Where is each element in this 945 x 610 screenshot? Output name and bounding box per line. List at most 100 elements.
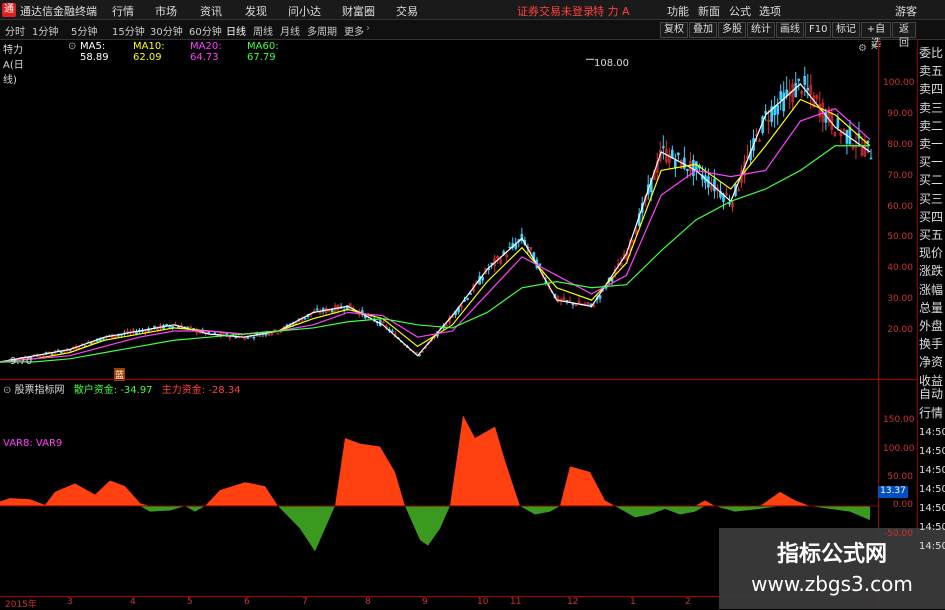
mark-button[interactable]: 标记	[832, 22, 860, 38]
ma-line-ma5	[0, 83, 871, 363]
user-label[interactable]: 游客	[895, 3, 917, 19]
quote-item-6[interactable]: 买一	[919, 153, 945, 172]
menu-zixun[interactable]: 资讯	[200, 3, 222, 19]
ma-line-ma20	[0, 108, 871, 363]
quote-item-12[interactable]: 涨跌	[919, 262, 945, 281]
quote-item-17[interactable]: 净资	[919, 353, 945, 372]
tab-30min[interactable]: 30分钟	[150, 23, 183, 38]
candle-body	[252, 336, 256, 339]
candle-body	[686, 168, 689, 171]
quote-item-4[interactable]: 卖二	[919, 117, 945, 136]
back-button[interactable]: 返回	[892, 22, 916, 49]
x-tick-4: 6	[244, 597, 250, 607]
tab-5min[interactable]: 5分钟	[71, 23, 97, 38]
settings-icon[interactable]: ⊙	[68, 41, 76, 52]
f10-button[interactable]: F10	[805, 22, 831, 38]
menu-faxian[interactable]: 发现	[245, 3, 267, 19]
draw-line-button[interactable]: 画线	[776, 22, 804, 38]
menu-xuanxiang[interactable]: 选项	[759, 3, 781, 19]
app-name: 通达信金融终端	[20, 5, 97, 18]
chevron-right-icon[interactable]: ›	[366, 23, 370, 34]
tab-monthly[interactable]: 月线	[280, 23, 300, 38]
quote-item-10[interactable]: 买五	[919, 226, 945, 245]
quote-item-19[interactable]: 自动	[919, 385, 945, 404]
fuquan-button[interactable]: 复权	[660, 22, 688, 38]
quote-item-22[interactable]: 14:50	[919, 442, 945, 461]
quote-item-1[interactable]: 卖五	[919, 62, 945, 81]
menu-jiaoyi[interactable]: 交易	[396, 3, 418, 19]
quote-item-0[interactable]: 委比	[919, 44, 945, 63]
quote-item-24[interactable]: 14:50	[919, 480, 945, 499]
quote-item-21[interactable]: 14:50	[919, 423, 945, 442]
sub-y-tick-4: -50.00	[883, 529, 913, 539]
add-watchlist-button[interactable]: +自选	[861, 22, 891, 49]
candle-body	[135, 331, 138, 335]
menu-wenxiaoda[interactable]: 问小达	[288, 3, 321, 19]
x-tick-2: 4	[130, 597, 136, 607]
candle-body	[481, 277, 484, 281]
candle-body	[845, 130, 849, 144]
quote-item-26[interactable]: 14:50	[919, 518, 945, 537]
candle-body	[671, 149, 674, 159]
quote-item-14[interactable]: 总量	[919, 299, 945, 318]
menu-gongshi[interactable]: 公式	[729, 3, 751, 19]
menu-caifuquan[interactable]: 财富圈	[342, 3, 375, 19]
sub-chart-legend: ⊙ 股票指标网 散户资金: -34.97 主力资金: -28.34	[3, 381, 241, 396]
tab-1min[interactable]: 1分钟	[32, 23, 58, 38]
candle-body	[797, 78, 801, 81]
tab-daily[interactable]: 日线	[226, 23, 246, 38]
menu-gongneng[interactable]: 功能	[667, 3, 689, 19]
quote-item-9[interactable]: 买四	[919, 208, 945, 227]
quote-item-11[interactable]: 现价	[919, 244, 945, 263]
login-warning[interactable]: 证券交易未登录	[517, 3, 594, 19]
x-tick-8: 10	[477, 597, 489, 607]
candle-body	[695, 161, 698, 172]
quote-item-8[interactable]: 买三	[919, 190, 945, 209]
candle-body	[869, 157, 873, 160]
tab-60min[interactable]: 60分钟	[189, 23, 222, 38]
candle-body	[674, 160, 677, 169]
quote-item-13[interactable]: 涨幅	[919, 281, 945, 300]
settings-gear-icon[interactable]: ⚙	[858, 43, 867, 54]
quote-item-25[interactable]: 14:50	[919, 499, 945, 518]
x-tick-11: 1	[630, 597, 636, 607]
candle-body	[50, 353, 54, 355]
y-tick-7: 30.00	[887, 294, 913, 305]
quote-item-2[interactable]: 卖四	[919, 80, 945, 99]
quote-item-7[interactable]: 买二	[919, 171, 945, 190]
quote-item-3[interactable]: 卖三	[919, 99, 945, 118]
y-tick-6: 40.00	[887, 263, 913, 274]
candlestick-chart[interactable]	[0, 55, 878, 379]
menu-shichang[interactable]: 市场	[155, 3, 177, 19]
x-tick-1: 3	[67, 597, 73, 607]
candle-body	[391, 330, 394, 333]
candle-body	[764, 111, 767, 114]
stats-button[interactable]: 统计	[747, 22, 775, 38]
tab-fenshi[interactable]: 分时	[5, 23, 25, 38]
quote-item-5[interactable]: 卖一	[919, 135, 945, 154]
candle-body	[207, 331, 211, 334]
quote-item-27[interactable]: 14:50	[919, 537, 945, 556]
candle-body	[848, 127, 852, 145]
menu-xinmian[interactable]: 新面	[698, 3, 720, 19]
tab-weekly[interactable]: 周线	[253, 23, 273, 38]
menu-hangqing[interactable]: 行情	[112, 3, 134, 19]
candle-body	[803, 76, 807, 85]
tab-15min[interactable]: 15分钟	[112, 23, 145, 38]
x-tick-6: 8	[365, 597, 371, 607]
multi-stock-button[interactable]: 多股	[718, 22, 746, 38]
quote-item-16[interactable]: 换手	[919, 335, 945, 354]
candle-body	[794, 82, 798, 98]
x-tick-3: 5	[187, 597, 193, 607]
candle-body	[598, 295, 602, 299]
quote-item-20[interactable]: 行情	[919, 404, 945, 423]
overlay-button[interactable]: 叠加	[689, 22, 717, 38]
quote-item-23[interactable]: 14:50	[919, 461, 945, 480]
sub-y-tick-3: 0.00	[892, 500, 913, 510]
tab-multi-period[interactable]: 多周期	[307, 23, 337, 38]
tab-more[interactable]: 更多	[344, 23, 364, 38]
quote-item-15[interactable]: 外盘	[919, 317, 945, 336]
x-tick-12: 2	[685, 597, 691, 607]
candle-body	[469, 293, 472, 295]
y-tick-3: 70.00	[887, 170, 913, 181]
